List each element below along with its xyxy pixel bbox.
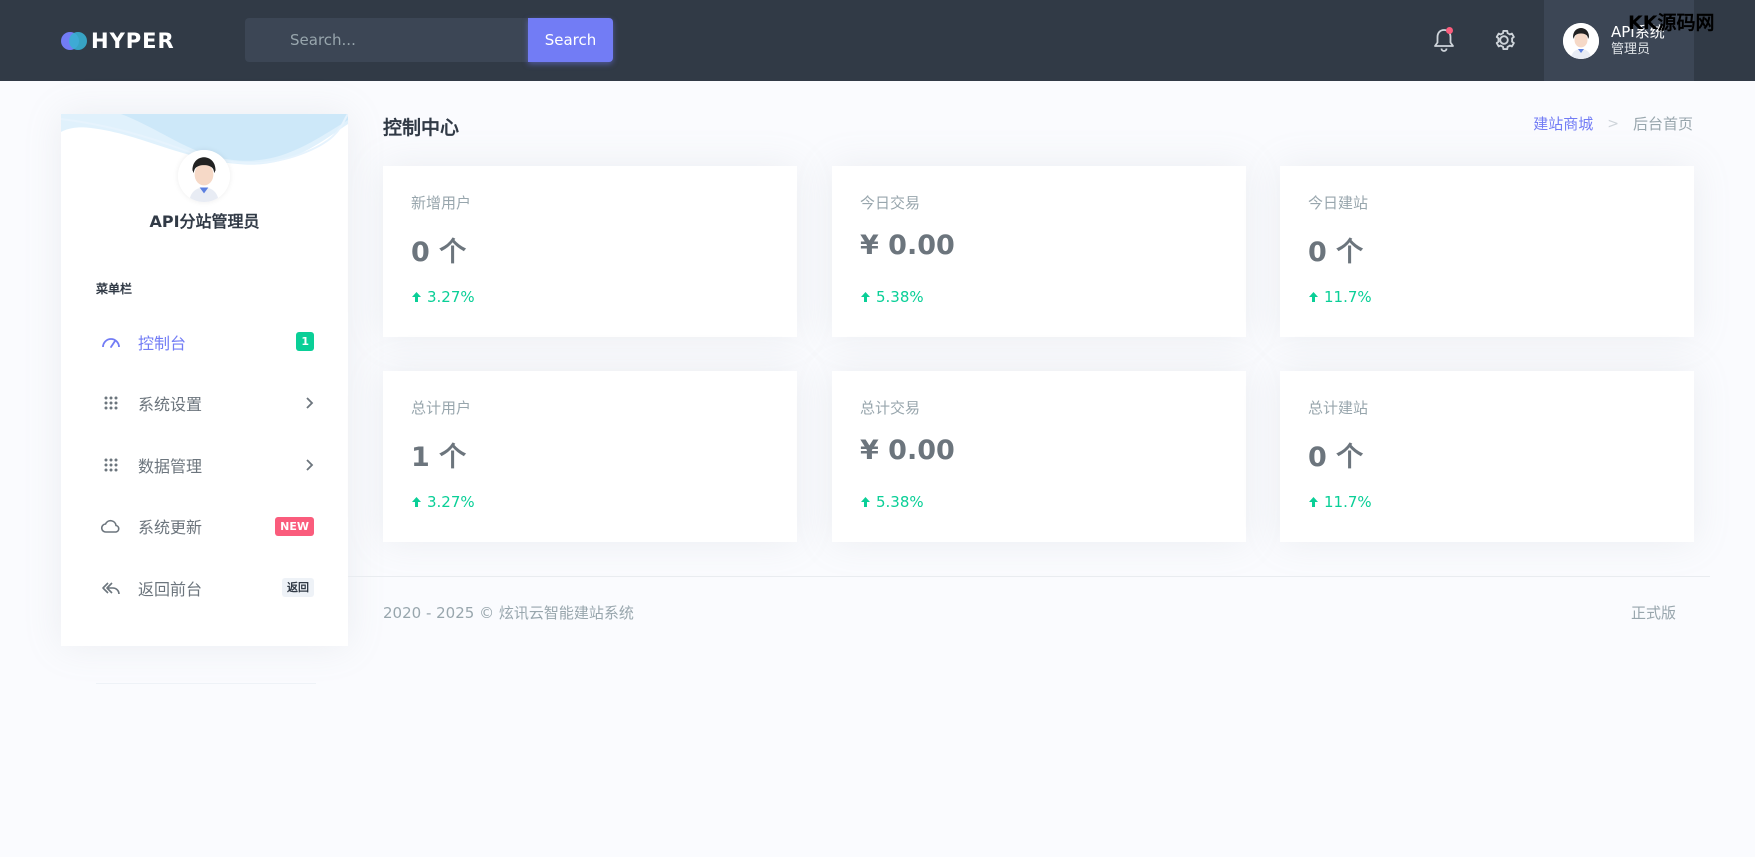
notification-bell-icon[interactable]: [1428, 24, 1460, 56]
sidebar-menu: 控制台 1 系统设置 数据管理 系统更新 NEW 返回前台 返回: [61, 311, 348, 619]
stat-change: 11.7%: [1308, 288, 1372, 306]
watermark: KK源码网: [1628, 12, 1715, 34]
stat-value: ¥ 0.00: [860, 230, 955, 261]
stat-value: 0 个: [411, 237, 467, 268]
settings-gear-icon[interactable]: [1488, 24, 1520, 56]
stat-label: 今日建站: [1308, 194, 1369, 212]
stat-change: 11.7%: [1308, 493, 1372, 511]
chevron-right-icon: [306, 459, 314, 471]
sidebar-item-label: 返回前台: [138, 579, 203, 599]
stat-change-value: 11.7%: [1324, 493, 1372, 511]
grid-icon: [101, 393, 121, 413]
stat-change-value: 11.7%: [1324, 288, 1372, 306]
stat-card-total-transactions: 总计交易 ¥ 0.00 5.38%: [832, 371, 1246, 542]
admin-avatar: [178, 150, 230, 202]
topbar: HYPER Search API系统: [0, 0, 1755, 81]
grid-icon: [101, 455, 121, 475]
stat-change: 3.27%: [411, 493, 475, 511]
stat-label: 今日交易: [860, 194, 921, 212]
new-badge: NEW: [275, 516, 314, 536]
sidebar-item-system-update[interactable]: 系统更新 NEW: [61, 496, 348, 558]
stat-value: 0 个: [1308, 237, 1364, 268]
dashboard-icon: [101, 332, 121, 352]
search-button[interactable]: Search: [528, 18, 613, 62]
stat-label: 新增用户: [411, 194, 472, 212]
back-badge: 返回: [282, 578, 314, 598]
footer-divider: [348, 576, 1710, 577]
breadcrumb-current: 后台首页: [1632, 115, 1693, 133]
sidebar-item-label: 控制台: [138, 333, 187, 353]
notification-dot: [1446, 27, 1453, 34]
arrow-up-icon: [861, 292, 870, 302]
arrow-up-icon: [412, 292, 421, 302]
logo-mark-icon: [61, 32, 87, 50]
sidebar-item-dashboard[interactable]: 控制台 1: [61, 311, 348, 373]
stat-value: ¥ 0.00: [860, 435, 955, 466]
logo-text: HYPER: [91, 29, 175, 53]
sidebar-item-label: 系统设置: [138, 395, 203, 415]
stat-change-value: 3.27%: [427, 493, 475, 511]
cloud-icon: [101, 516, 121, 536]
menu-title: 菜单栏: [96, 282, 133, 296]
footer-edition: 正式版: [1630, 604, 1676, 622]
logo[interactable]: HYPER: [61, 26, 175, 56]
stat-change: 5.38%: [860, 493, 924, 511]
user-role: 管理员: [1611, 41, 1651, 57]
stat-change: 3.27%: [411, 288, 475, 306]
stat-card-today-sites: 今日建站 0 个 11.7%: [1280, 166, 1694, 337]
sidebar-divider: [96, 683, 316, 684]
stat-label: 总计用户: [411, 399, 472, 417]
stat-card-new-users: 新增用户 0 个 3.27%: [383, 166, 797, 337]
breadcrumb: 建站商城 > 后台首页: [1533, 113, 1693, 134]
stat-change-value: 3.27%: [427, 288, 475, 306]
search-form: Search: [245, 18, 613, 62]
stat-change-value: 5.38%: [876, 288, 924, 306]
sidebar-item-label: 数据管理: [138, 456, 203, 476]
sidebar: API分站管理员 菜单栏 控制台 1 系统设置 数据管理 系统更新 NEW 返回…: [61, 114, 348, 646]
stat-card-total-users: 总计用户 1 个 3.27%: [383, 371, 797, 542]
chevron-right-icon: [306, 397, 314, 409]
stat-card-total-sites: 总计建站 0 个 11.7%: [1280, 371, 1694, 542]
arrow-up-icon: [412, 497, 421, 507]
sidebar-item-back-to-frontend[interactable]: 返回前台 返回: [61, 557, 348, 619]
footer-copyright: 2020 - 2025 © 炫讯云智能建站系统: [383, 604, 634, 622]
stat-value: 0 个: [1308, 442, 1364, 473]
admin-name: API分站管理员: [149, 212, 260, 231]
breadcrumb-separator: >: [1607, 115, 1619, 132]
stat-change: 5.38%: [860, 288, 924, 306]
stat-label: 总计建站: [1308, 399, 1369, 417]
arrow-up-icon: [861, 497, 870, 507]
stat-label: 总计交易: [860, 399, 921, 417]
reply-all-icon: [101, 578, 121, 598]
page-title: 控制中心: [383, 117, 460, 139]
stat-value: 1 个: [411, 442, 467, 473]
dashboard-count-badge: 1: [296, 332, 314, 352]
arrow-up-icon: [1309, 292, 1318, 302]
breadcrumb-link[interactable]: 建站商城: [1533, 113, 1593, 134]
sidebar-item-label: 系统更新: [138, 518, 203, 538]
stat-card-today-transactions: 今日交易 ¥ 0.00 5.38%: [832, 166, 1246, 337]
sidebar-item-data-management[interactable]: 数据管理: [61, 434, 348, 496]
stat-change-value: 5.38%: [876, 493, 924, 511]
user-avatar: [1563, 22, 1599, 59]
search-input[interactable]: [245, 18, 528, 62]
sidebar-item-system-settings[interactable]: 系统设置: [61, 373, 348, 435]
arrow-up-icon: [1309, 497, 1318, 507]
